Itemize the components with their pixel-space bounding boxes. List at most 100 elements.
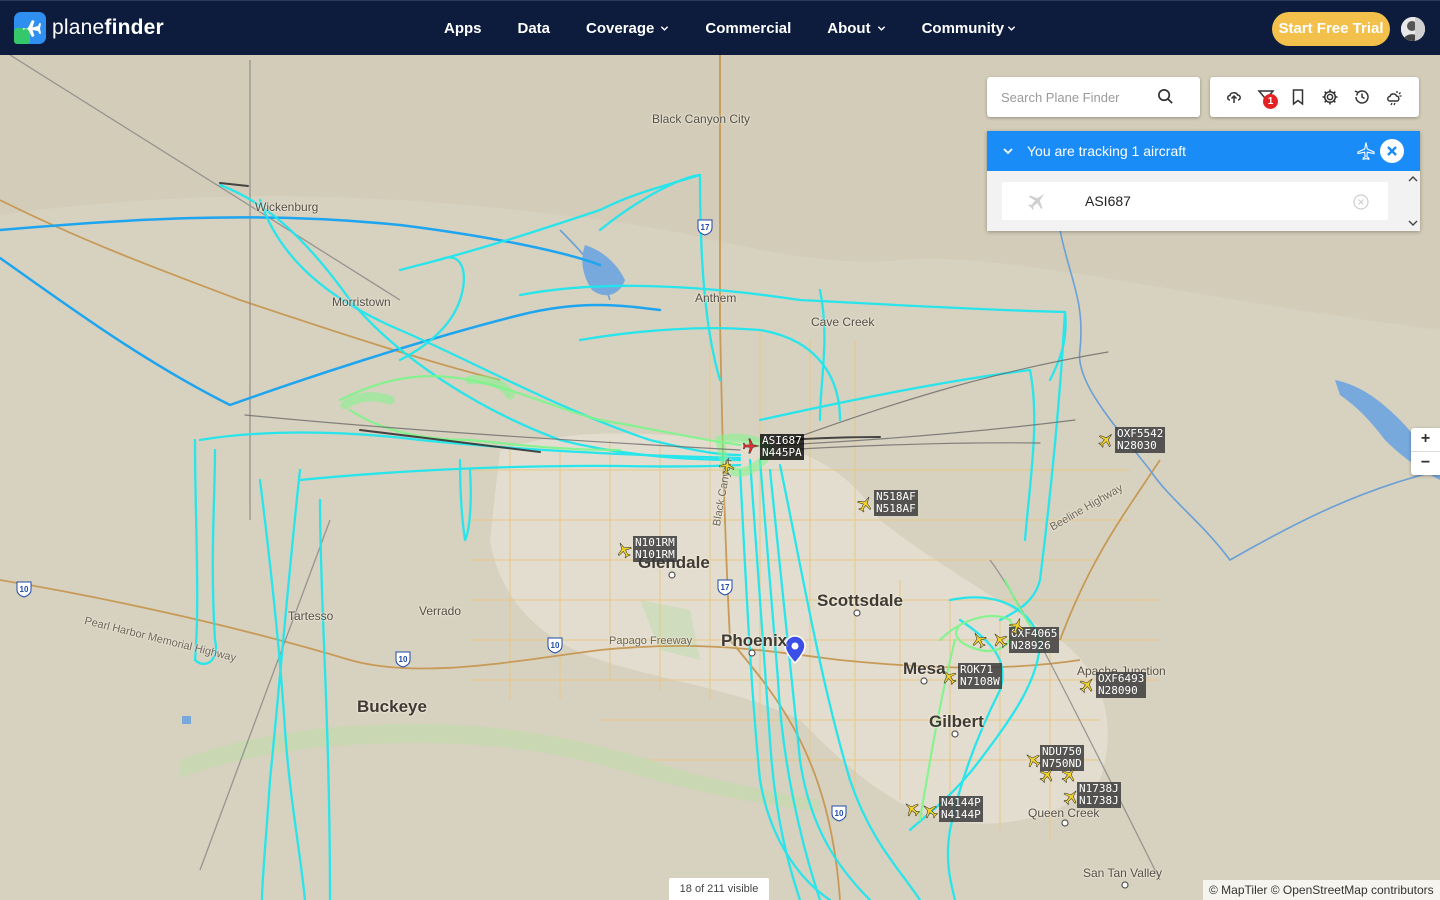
tracking-panel-header[interactable]: You are tracking 1 aircraft [987, 131, 1420, 171]
close-tracking-button[interactable] [1380, 139, 1404, 163]
tracked-aircraft-callsign: ASI687 [1085, 193, 1131, 209]
airplane-outline-icon [1357, 142, 1375, 161]
aircraft-icon[interactable] [1097, 431, 1115, 449]
nav-coverage-label: Coverage [586, 20, 655, 37]
aircraft-registration: N28030 [1117, 439, 1157, 452]
aircraft-label[interactable]: OXF6493 N28090 [1096, 672, 1147, 698]
aircraft-label[interactable]: ROK71 N7108W [958, 663, 1002, 689]
place-label: San Tan Valley [1083, 866, 1162, 880]
search-icon[interactable] [1157, 88, 1174, 105]
nav-about-label: About [827, 20, 871, 37]
start-free-trial-button[interactable]: Start Free Trial [1272, 12, 1390, 46]
place-label: Morristown [332, 295, 391, 309]
chevron-down-icon [1007, 26, 1016, 31]
aircraft-label[interactable]: N1738J N1738J [1077, 782, 1121, 808]
planefinder-wordmark: planefinder [52, 16, 164, 40]
highway-shield-10: 10 [395, 651, 411, 668]
nav-data-label: Data [517, 20, 551, 37]
svg-text:17: 17 [721, 583, 730, 592]
top-navigation-bar: planefinder Apps Data Coverage Commercia… [0, 0, 1440, 55]
upload-cloud-icon[interactable] [1225, 88, 1243, 106]
brand-light-text: plane [52, 16, 105, 39]
svg-text:10: 10 [20, 585, 29, 594]
zoom-in-button[interactable]: + [1411, 428, 1440, 451]
close-icon [1387, 146, 1397, 156]
airplane-icon [1028, 193, 1045, 210]
tracked-aircraft-row[interactable]: ASI687 [1002, 182, 1388, 220]
settings-gear-icon[interactable] [1321, 88, 1339, 106]
aircraft-registration: N101RM [635, 548, 675, 561]
tracking-title: You are tracking 1 aircraft [1027, 143, 1187, 159]
bookmark-icon[interactable] [1289, 88, 1307, 106]
scroll-up-icon[interactable] [1407, 174, 1419, 184]
road-label: Papago Freeway [609, 635, 693, 647]
nav-commercial[interactable]: Commercial [705, 20, 791, 37]
nav-apps[interactable]: Apps [444, 20, 482, 37]
user-avatar[interactable] [1401, 17, 1425, 41]
place-label: Gilbert [929, 712, 984, 731]
planefinder-logo[interactable]: planefinder [14, 12, 164, 44]
nav-coverage[interactable]: Coverage [586, 20, 669, 37]
aircraft-label[interactable]: N4144P N4144P [939, 796, 983, 822]
tracking-panel: You are tracking 1 aircraft ASI687 [987, 131, 1420, 231]
scroll-down-icon[interactable] [1407, 218, 1419, 228]
search-box [987, 77, 1200, 117]
aircraft-icon[interactable] [991, 631, 1009, 649]
aircraft-icon[interactable] [903, 800, 921, 818]
place-label: Anthem [695, 291, 737, 305]
tracking-list: ASI687 [987, 171, 1420, 231]
place-label: Scottsdale [817, 591, 903, 610]
aircraft-icon[interactable] [1038, 766, 1056, 784]
place-label: Phoenix [721, 631, 788, 650]
filter-count-badge: 1 [1263, 94, 1278, 109]
zoom-control: + − [1411, 428, 1440, 475]
highway-shield-10: 10 [831, 805, 847, 822]
highway-shield-17: 17 [697, 219, 713, 236]
place-label: Black Canyon City [652, 112, 751, 126]
svg-text:10: 10 [551, 641, 560, 650]
tracked-aircraft-icon[interactable] [742, 437, 760, 455]
main-nav: Apps Data Coverage Commercial About Comm… [444, 1, 1052, 56]
aircraft-label[interactable]: OXF5542 N28030 [1115, 427, 1166, 453]
history-clock-icon[interactable] [1353, 88, 1371, 106]
visible-aircraft-count: 18 of 211 visible [669, 878, 769, 900]
place-label: Verrado [419, 604, 462, 618]
aircraft-icon[interactable] [940, 668, 958, 686]
aircraft-icon[interactable] [718, 457, 736, 475]
aircraft-registration: N4144P [941, 808, 981, 821]
nav-data[interactable]: Data [518, 20, 551, 37]
weather-icon[interactable] [1385, 88, 1403, 106]
place-label: Buckeye [357, 697, 427, 716]
search-input[interactable] [1001, 87, 1161, 107]
aircraft-label[interactable]: N101RM N101RM [633, 536, 677, 562]
planefinder-logo-icon [14, 12, 46, 44]
aircraft-label[interactable]: N518AF N518AF [874, 490, 918, 516]
aircraft-registration: N28926 [1011, 639, 1051, 652]
aircraft-icon[interactable] [1060, 766, 1078, 784]
svg-text:17: 17 [701, 223, 710, 232]
aircraft-icon[interactable] [615, 541, 633, 559]
nav-commercial-label: Commercial [705, 20, 792, 37]
map-toolbar: 1 [1210, 77, 1419, 117]
chevron-down-icon [661, 26, 669, 31]
highway-shield-17: 17 [717, 579, 733, 596]
nav-community[interactable]: Community [922, 20, 1017, 37]
place-label: Tartesso [288, 609, 334, 623]
aircraft-icon[interactable] [970, 631, 988, 649]
svg-text:10: 10 [835, 809, 844, 818]
remove-circle-icon[interactable] [1353, 194, 1369, 210]
place-label: Cave Creek [811, 315, 875, 329]
aircraft-icon[interactable] [1008, 617, 1026, 635]
brand-bold-text: finder [104, 16, 164, 39]
nav-about[interactable]: About [827, 20, 885, 37]
aircraft-icon[interactable] [1078, 676, 1096, 694]
aircraft-label[interactable]: ASI687 N445PA [760, 434, 804, 460]
chevron-down-icon[interactable] [1002, 145, 1014, 157]
zoom-out-button[interactable]: − [1411, 451, 1440, 475]
map-attribution[interactable]: © MapTiler © OpenStreetMap contributors [1203, 880, 1440, 900]
svg-text:10: 10 [399, 655, 408, 664]
aircraft-icon[interactable] [856, 495, 874, 513]
user-avatar-icon [1401, 17, 1425, 41]
aircraft-registration: N445PA [762, 446, 802, 459]
aircraft-icon[interactable] [921, 802, 939, 820]
